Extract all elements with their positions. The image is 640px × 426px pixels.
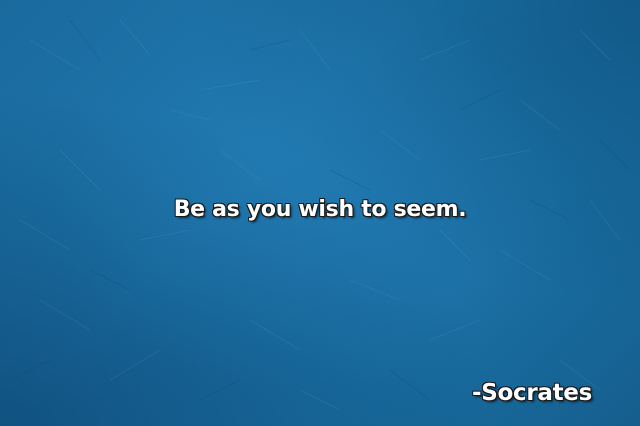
quote-text: Be as you wish to seem. [173,197,467,222]
quote-card: Be as you wish to seem. -Socrates [0,0,640,426]
quote-author: -Socrates [472,380,592,406]
